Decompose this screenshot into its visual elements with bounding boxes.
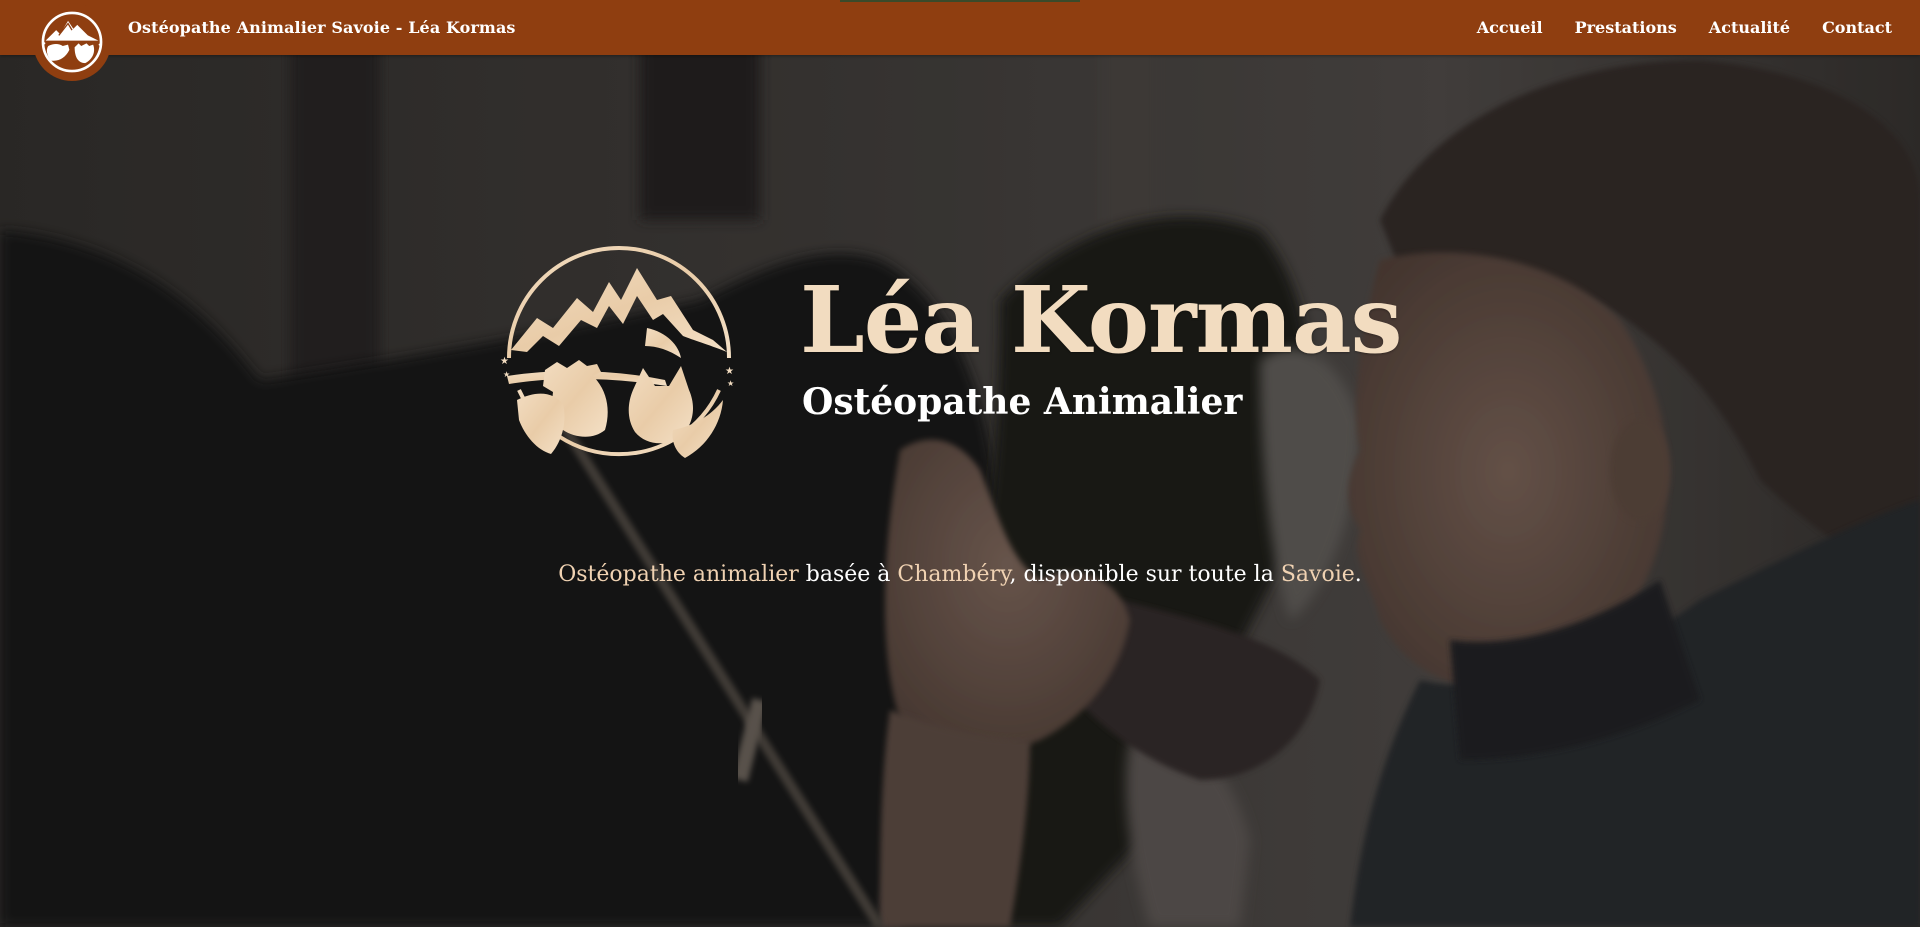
tagline-highlight-city: Chambéry	[897, 562, 1010, 587]
mountain-cow-cat-emblem-icon: ★ ★ ★ ★	[500, 246, 734, 458]
nav-link-actualite[interactable]: Actualité	[1709, 18, 1790, 37]
nav-link-accueil[interactable]: Accueil	[1477, 18, 1543, 37]
site-logo[interactable]	[33, 3, 111, 81]
svg-text:★: ★	[500, 356, 509, 367]
tagline-text: , disponible sur toute la	[1009, 562, 1281, 587]
mountain-animals-emblem-icon	[41, 11, 103, 73]
hero-emblem: ★ ★ ★ ★	[497, 240, 741, 480]
navbar: Ostéopathe Animalier Savoie - Léa Kormas…	[0, 0, 1920, 55]
navbar-accent-line	[840, 0, 1080, 2]
hero-subtitle: Ostéopathe Animalier	[802, 381, 1243, 423]
page: Ostéopathe Animalier Savoie - Léa Kormas…	[0, 0, 1920, 927]
hero-section	[0, 0, 1920, 927]
tagline-highlight-profession: Ostéopathe animalier	[558, 562, 799, 587]
tagline-text: basée à	[798, 562, 898, 587]
hero-name: Léa Kormas	[800, 266, 1402, 374]
svg-text:★: ★	[503, 370, 510, 379]
svg-text:★: ★	[725, 366, 734, 377]
hero-dark-overlay	[0, 0, 1920, 927]
tagline-text: .	[1354, 562, 1362, 587]
nav-link-contact[interactable]: Contact	[1822, 18, 1892, 37]
tagline-highlight-region: Savoie	[1280, 562, 1355, 587]
nav-link-prestations[interactable]: Prestations	[1575, 18, 1677, 37]
site-title-link[interactable]: Ostéopathe Animalier Savoie - Léa Kormas	[128, 0, 516, 55]
main-menu: Accueil Prestations Actualité Contact	[1477, 0, 1892, 55]
svg-text:★: ★	[727, 379, 734, 388]
hero-tagline: Ostéopathe animalier basée à Chambéry, d…	[0, 562, 1920, 587]
